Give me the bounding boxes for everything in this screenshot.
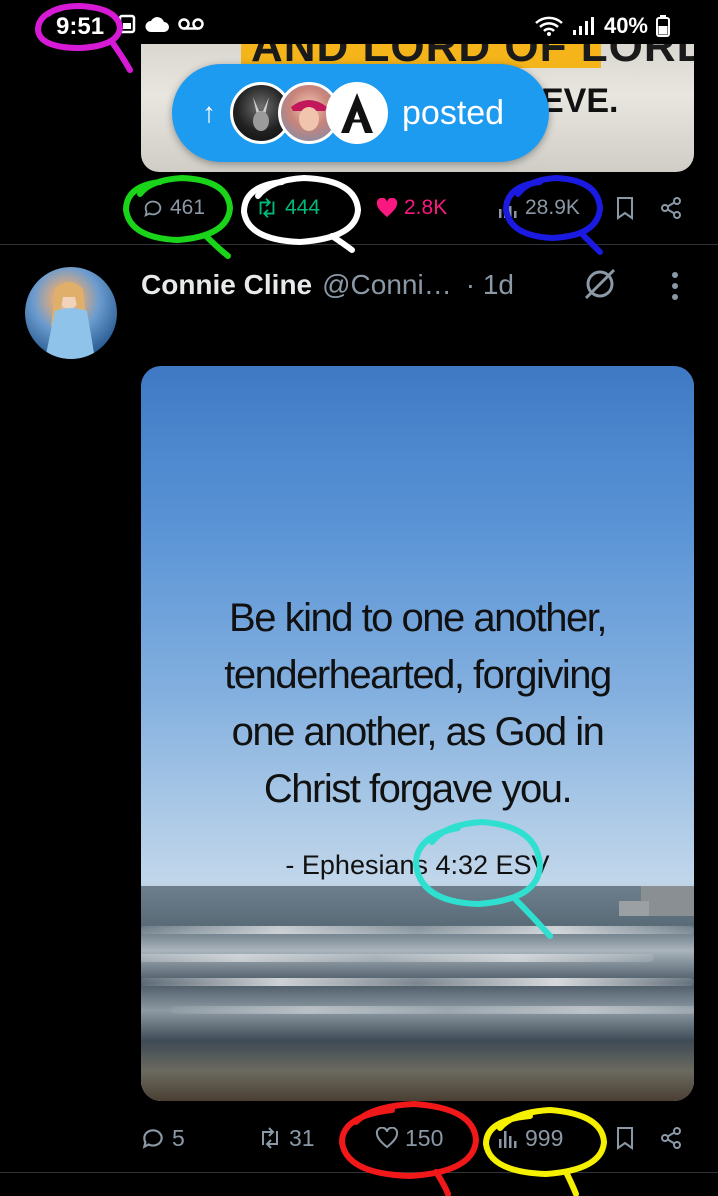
grok-icon[interactable]	[580, 264, 620, 309]
post-time[interactable]: · 1d	[466, 269, 514, 301]
author-name[interactable]: Connie Cline	[141, 269, 312, 301]
repost-icon	[262, 1127, 278, 1149]
verse-line: Christ forgave you.	[263, 767, 573, 811]
reply-count: 461	[170, 196, 206, 219]
image-verse: Be kind to one another, tenderhearted, f…	[141, 590, 694, 818]
like-button[interactable]: 150	[375, 1125, 443, 1152]
bookmark-icon	[617, 197, 633, 220]
voicemail-icon	[178, 18, 204, 30]
verse-line: tenderhearted, forgiving	[224, 653, 612, 697]
reply-count: 5	[172, 1124, 185, 1151]
image-sea	[141, 886, 694, 1101]
cloud-icon	[145, 17, 169, 32]
views-button[interactable]: 999	[497, 1125, 563, 1152]
post-divider	[0, 244, 718, 245]
post-image[interactable]: Be kind to one another, tenderhearted, f…	[141, 366, 694, 1101]
repost-button[interactable]: 444	[255, 196, 320, 220]
image-text-fragment: EVE.	[541, 82, 619, 120]
views-button[interactable]: 28.9K	[497, 196, 580, 220]
reply-button[interactable]: 461	[142, 196, 205, 220]
post-divider	[0, 1172, 718, 1173]
battery-percent: 40%	[603, 13, 648, 38]
pill-label: posted	[402, 93, 505, 132]
share-icon	[661, 197, 681, 219]
more-options-icon[interactable]	[664, 268, 686, 309]
verse-line: Be kind to one another,	[229, 596, 607, 640]
views-count: 28.9K	[525, 196, 580, 219]
views-icon	[499, 201, 517, 218]
signal-icon	[572, 17, 594, 35]
heart-filled-icon	[376, 198, 398, 218]
share-button[interactable]	[659, 1126, 683, 1150]
status-notification-icons	[118, 14, 204, 34]
image-buildings	[619, 901, 649, 916]
like-button[interactable]: 2.8K	[376, 196, 447, 220]
image-foam	[171, 1006, 694, 1014]
arrow-up-icon: ↑	[202, 97, 216, 128]
verse-reference: - Ephesians 4:32 ESV	[285, 850, 550, 880]
screen: 9:51 40% AND LORD OF LORDS. EVE. ↑	[0, 0, 718, 1196]
heart-icon	[375, 1127, 399, 1149]
bookmark-icon	[617, 1127, 633, 1150]
status-time: 9:51	[56, 13, 105, 40]
image-notification-icon	[118, 14, 136, 34]
repost-count: 444	[285, 196, 321, 219]
image-foam	[141, 954, 654, 962]
views-count: 999	[525, 1124, 564, 1151]
repost-button[interactable]: 31	[257, 1125, 315, 1152]
status-bar: 9:51 40%	[0, 0, 718, 50]
views-icon	[499, 1131, 517, 1148]
reply-button[interactable]: 5	[140, 1125, 185, 1152]
like-count: 2.8K	[404, 196, 448, 219]
image-foam	[141, 926, 694, 934]
bookmark-button[interactable]	[615, 196, 635, 220]
bookmark-button[interactable]	[615, 1126, 635, 1150]
post-action-bar: 5 31 150 999	[135, 1118, 695, 1158]
image-foam	[141, 978, 694, 986]
share-button[interactable]	[659, 196, 683, 220]
post-header: Connie Cline @Conni… · 1d	[141, 267, 514, 303]
reply-icon	[142, 1129, 163, 1149]
repost-count: 31	[289, 1124, 315, 1151]
reply-icon	[144, 200, 162, 218]
new-posts-pill[interactable]: ↑ posted	[172, 64, 549, 162]
avatar[interactable]	[25, 267, 117, 359]
previous-post-action-bar: 461 444 2.8K 28.9K	[135, 188, 695, 228]
avatar	[326, 82, 388, 144]
repost-icon	[259, 198, 275, 218]
like-count: 150	[405, 1124, 444, 1151]
status-right: 40%	[534, 13, 670, 39]
verse-line: one another, as God in	[231, 710, 605, 754]
wifi-icon	[535, 16, 563, 36]
share-icon	[661, 1127, 681, 1149]
battery-icon	[656, 15, 670, 37]
pill-avatars	[230, 82, 388, 144]
author-handle[interactable]: @Conni…	[322, 269, 452, 301]
